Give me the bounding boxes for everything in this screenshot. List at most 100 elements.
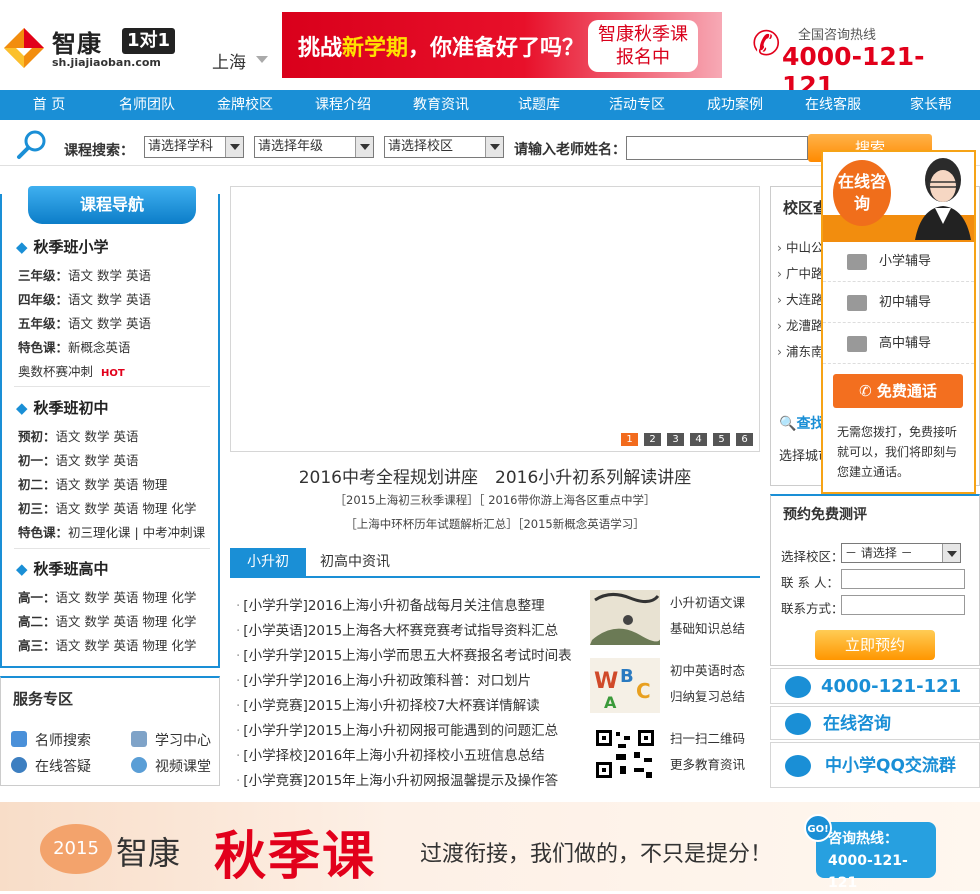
svg-text:W: W [594, 669, 618, 694]
course-row[interactable]: 特色课：新概念英语 [18, 337, 131, 356]
consult-junior[interactable]: 初中辅导 [823, 283, 974, 323]
service-online-qa[interactable]: 在线答疑 [11, 756, 91, 776]
nav-support[interactable]: 在线客服 [784, 90, 882, 120]
phone-icon: ✆ [859, 382, 877, 400]
book-icon [11, 731, 27, 747]
feature-sublinks[interactable]: ［上海中环杯历年试题解析汇总］［2015新概念英语学习］ [230, 516, 760, 532]
letters-thumbnail[interactable]: W B C A [590, 658, 660, 713]
bird-icon: ◆ [16, 560, 28, 578]
search-icon [17, 130, 46, 159]
school-item[interactable]: 浦东南 [777, 341, 824, 360]
course-row[interactable]: 初二：语文 数学 英语 物理 [18, 474, 167, 493]
section-high[interactable]: ◆ 秋季班高中 [16, 558, 109, 579]
course-row[interactable]: 奥数杯赛冲刺 HOT [18, 361, 125, 380]
news-item[interactable]: [小学升学]2015上海小升初网报可能遇到的问题汇总 [236, 719, 558, 739]
footer-banner[interactable]: 2015 智康 秋季课 过渡衔接，我们做的，不只是提分！ 咨询热线： 4000-1… [0, 802, 980, 891]
appointment-panel: 预约免费测评 选择校区： － 请选择 － 联 系 人： 联系方式： 立即预约 [770, 494, 980, 666]
news-item[interactable]: [小学升学]2016上海小升初备战每月关注信息整理 [236, 594, 544, 614]
news-item[interactable]: [小学竞赛]2015年上海小升初网报温馨提示及操作答 [236, 769, 558, 789]
grade-select[interactable]: 请选择年级 [254, 136, 374, 158]
news-item[interactable]: [小学择校]2016年上海小升初择校小五班信息总结 [236, 744, 544, 764]
nav-campus[interactable]: 金牌校区 [196, 90, 294, 120]
school-item[interactable]: 广中路 [777, 263, 824, 282]
image-slider[interactable]: 1 2 3 4 5 6 [230, 186, 760, 452]
service-study-center[interactable]: 学习中心 [131, 730, 211, 750]
feature-sublinks[interactable]: ［2015上海初三秋季课程］［ 2016带你游上海各区重点中学］ [230, 492, 760, 508]
feature-headline[interactable]: 2016中考全程规划讲座 2016小升初系列解读讲座 [230, 463, 760, 488]
nav-teachers[interactable]: 名师团队 [98, 90, 196, 120]
news-item[interactable]: [小学升学]2016上海小升初政策科普：对口划片 [236, 669, 531, 689]
nav-news[interactable]: 教育资讯 [392, 90, 490, 120]
school-item[interactable]: 中山公 [777, 237, 824, 256]
divider [14, 386, 210, 387]
thumb-caption[interactable]: 小升初语文课 基础知识总结 [670, 590, 745, 642]
free-call-button[interactable]: ✆ 免费通话 [833, 374, 963, 408]
school-item[interactable]: 龙漕路 [777, 315, 824, 334]
campus-select[interactable]: 请选择校区 [384, 136, 504, 158]
contact-label: 联 系 人： [781, 575, 839, 590]
nav-home[interactable]: 首 页 [0, 90, 98, 120]
course-row[interactable]: 高一：语文 数学 英语 物理 化学 [18, 587, 196, 606]
phone-button[interactable]: 4000-121-121 [770, 668, 980, 704]
tab-xiaoshengchu[interactable]: 小升初 [230, 548, 306, 576]
course-row[interactable]: 五年级：语文 数学 英语 [18, 313, 151, 332]
course-row[interactable]: 预初：语文 数学 英语 [18, 426, 138, 445]
logo-badge: 1对1 [122, 28, 176, 54]
hotline-label: 全国咨询热线 [798, 28, 877, 43]
consult-senior[interactable]: 高中辅导 [823, 324, 974, 364]
news-item[interactable]: [小学竞赛]2015上海小升初择校7大杯赛详情解读 [236, 694, 539, 714]
nav-events[interactable]: 活动专区 [588, 90, 686, 120]
online-consult-button[interactable]: 在线咨询 [770, 706, 980, 740]
appointment-campus-select[interactable]: － 请选择 － [841, 543, 961, 563]
graduation-cap-icon [847, 336, 867, 352]
service-teacher-search[interactable]: 名师搜索 [11, 730, 91, 750]
ink-painting-thumbnail[interactable] [590, 590, 660, 645]
news-item[interactable]: [小学升学]2015上海小学而思五大杯赛报名考试时间表 [236, 644, 571, 664]
nav-cases[interactable]: 成功案例 [686, 90, 784, 120]
thumb-caption[interactable]: 扫一扫二维码 更多教育资讯 [670, 726, 745, 778]
chevron-down-icon [225, 137, 243, 157]
logo[interactable]: 智康 1对1 sh.jiajiaoban.com [0, 22, 190, 74]
campus-label: 选择校区： [781, 549, 844, 564]
slider-dot[interactable]: 2 [644, 433, 661, 446]
course-row[interactable]: 初一：语文 数学 英语 [18, 450, 138, 469]
slider-dot[interactable]: 5 [713, 433, 730, 446]
nav-exams[interactable]: 试题库 [490, 90, 588, 120]
school-item[interactable]: 大连路 [777, 289, 824, 308]
slider-dot[interactable]: 3 [667, 433, 684, 446]
contact-name-input[interactable] [841, 569, 965, 589]
go-badge: GO! [804, 814, 832, 842]
slider-dot[interactable]: 1 [621, 433, 638, 446]
course-row[interactable]: 初三：语文 数学 英语 物理 化学 [18, 498, 196, 517]
tab-junior-senior-news[interactable]: 初高中资讯 [320, 548, 390, 576]
course-row[interactable]: 高三：语文 数学 英语 物理 化学 [18, 635, 196, 654]
search-icon: 🔍 [779, 416, 797, 432]
thumb-caption[interactable]: 初中英语时态 归纳复习总结 [670, 658, 745, 710]
consult-bubble[interactable]: 在线咨询 [833, 160, 891, 226]
contact-method-input[interactable] [841, 595, 965, 615]
chevron-down-icon[interactable] [256, 56, 268, 63]
course-row[interactable]: 三年级：语文 数学 英语 [18, 265, 151, 284]
nav-parents[interactable]: 家长帮 [882, 90, 980, 120]
teacher-name-input[interactable] [626, 136, 808, 160]
news-item[interactable]: [小学英语]2015上海各大杯赛竞赛考试指导资料汇总 [236, 619, 558, 639]
course-row[interactable]: 高二：语文 数学 英语 物理 化学 [18, 611, 196, 630]
find-school-label: 🔍查找 [779, 416, 825, 432]
appoint-button[interactable]: 立即预约 [815, 630, 935, 660]
service-video-class[interactable]: 视频课堂 [131, 756, 211, 776]
nav-courses[interactable]: 课程介绍 [294, 90, 392, 120]
slider-dot[interactable]: 6 [736, 433, 753, 446]
subject-select[interactable]: 请选择学科 [144, 136, 244, 158]
top-banner[interactable]: 挑战新学期，你准备好了吗？ 智康秋季课 报名中 [282, 12, 722, 78]
course-row[interactable]: 特色课：初三理化课 | 中考冲刺课 [18, 522, 205, 541]
section-primary[interactable]: ◆ 秋季班小学 [16, 236, 109, 257]
banner-hotline[interactable]: 咨询热线： 4000-121-121 [816, 822, 936, 891]
slider-dot[interactable]: 4 [690, 433, 707, 446]
qq-group-button[interactable]: 中小学QQ交流群 [770, 742, 980, 788]
course-row[interactable]: 四年级：语文 数学 英语 [18, 289, 151, 308]
chevron-down-icon [942, 544, 960, 562]
section-middle[interactable]: ◆ 秋季班初中 [16, 397, 109, 418]
search-label: 课程搜索： [64, 143, 134, 159]
consult-primary[interactable]: 小学辅导 [823, 242, 974, 282]
city-selector[interactable]: 上海 [212, 48, 246, 73]
